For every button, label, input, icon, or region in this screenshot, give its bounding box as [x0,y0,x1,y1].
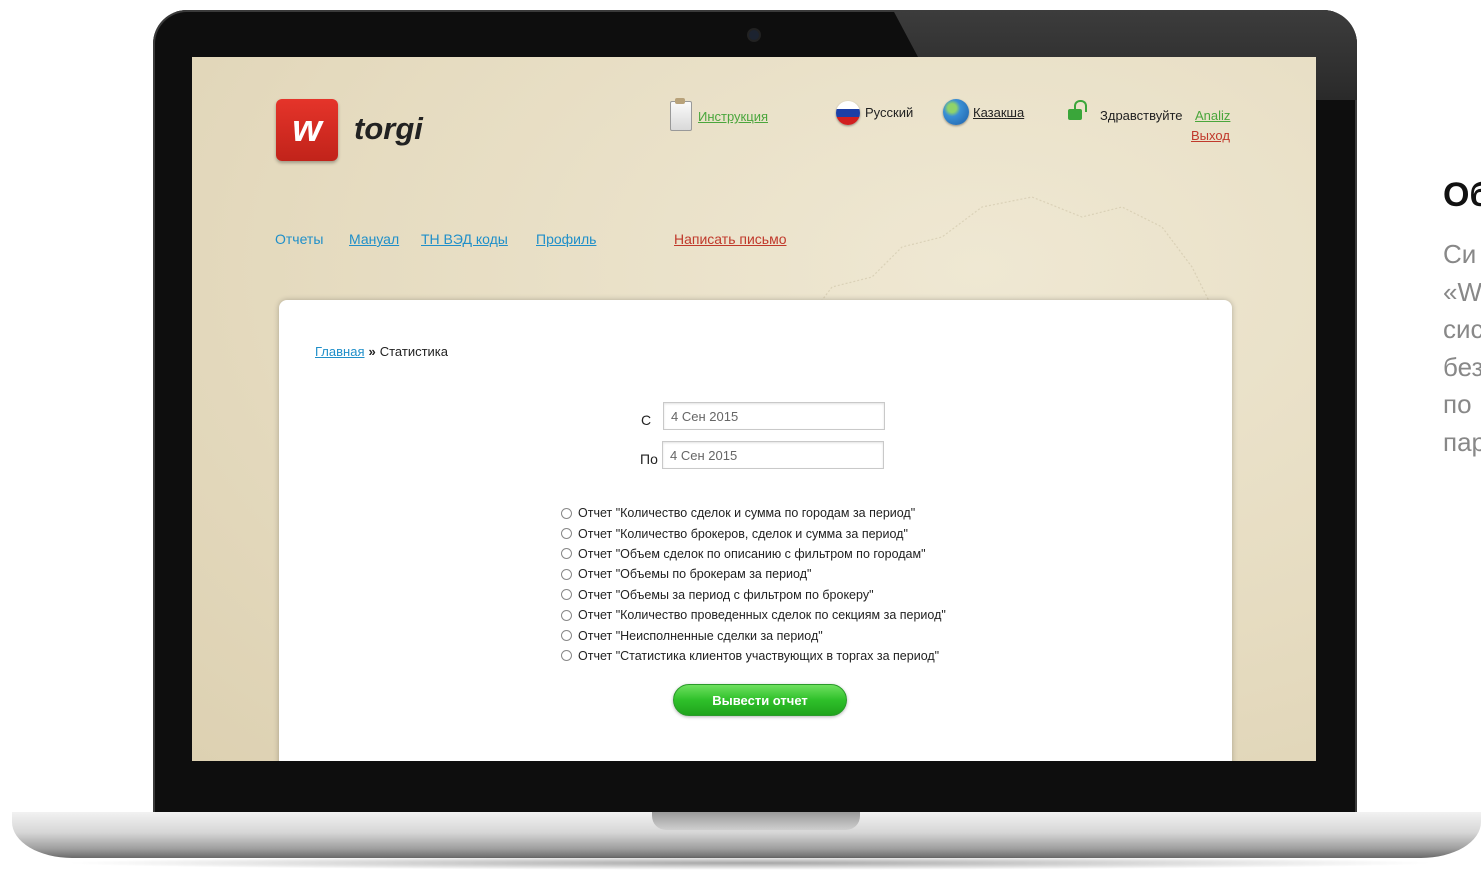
breadcrumb-home[interactable]: Главная [315,344,364,359]
from-label: С [641,412,652,428]
side-line: пар [1443,426,1481,457]
side-line: без [1443,351,1481,382]
side-heading: Об [1443,176,1481,214]
radio-button[interactable] [561,609,572,621]
radio-button[interactable] [561,589,572,601]
base-shadow [60,856,1440,870]
username-link[interactable]: Analiz [1195,108,1230,123]
radio-button[interactable] [561,548,572,560]
camera-icon [749,30,759,40]
to-date-input[interactable] [662,441,884,469]
radio-button[interactable] [561,528,572,540]
logo-mark[interactable]: w [276,99,338,161]
write-letter-link[interactable]: Написать письмо [674,231,786,247]
report-option[interactable]: Отчет "Объемы по брокерам за период" [561,564,946,584]
nav-reports[interactable]: Отчеты [275,231,323,247]
side-line: сис [1443,314,1481,345]
greeting-text: Здравствуйте [1100,108,1183,123]
from-date-input[interactable] [663,402,885,430]
report-option-label: Отчет "Количество брокеров, сделок и сум… [578,526,908,541]
breadcrumb: Главная » Статистика [315,344,448,359]
report-option-label: Отчет "Объемы за период с фильтром по бр… [578,587,874,602]
nav-manual[interactable]: Мануал [349,231,399,247]
report-option-label: Отчет "Объемы по брокерам за период" [578,567,812,582]
laptop-base [12,812,1481,858]
report-option-label: Отчет "Неисполненные сделки за период" [578,628,823,643]
nav-codes[interactable]: ТН ВЭД коды [421,231,508,247]
report-option[interactable]: Отчет "Объем сделок по описанию с фильтр… [561,544,946,564]
globe-icon [943,99,969,125]
logout-link[interactable]: Выход [1191,128,1230,143]
report-option-label: Отчет "Количество проведенных сделок по … [578,608,946,623]
side-line: «W [1443,276,1481,307]
screen: w torgi Инструкция Русский Казакша Здрав… [192,57,1316,761]
lock-icon [1068,100,1087,120]
report-options: Отчет "Количество сделок и сумма по горо… [561,503,946,666]
report-option[interactable]: Отчет "Количество проведенных сделок по … [561,605,946,625]
logo-text[interactable]: torgi [354,111,423,147]
instructions-link[interactable]: Инструкция [698,109,768,124]
report-option[interactable]: Отчет "Количество брокеров, сделок и сум… [561,523,946,543]
report-option[interactable]: Отчет "Статистика клиентов участвующих в… [561,646,946,666]
report-option[interactable]: Отчет "Неисполненные сделки за период" [561,625,946,645]
report-option[interactable]: Отчет "Количество сделок и сумма по горо… [561,503,946,523]
report-option[interactable]: Отчет "Объемы за период с фильтром по бр… [561,585,946,605]
content-panel: Главная »Статистика С По Отчет "Количеств… [279,300,1232,761]
breadcrumb-current: Статистика [379,344,448,359]
breadcrumb-separator: » [368,344,376,359]
document-icon [670,98,692,131]
side-line: по [1443,389,1472,420]
generate-report-button[interactable]: Вывести отчет [673,684,847,716]
to-label: По [640,451,658,467]
nav-profile[interactable]: Профиль [536,231,596,247]
lang-russian-link[interactable]: Русский [865,105,913,120]
lang-kazakh-link[interactable]: Казакша [973,105,1024,120]
report-option-label: Отчет "Количество сделок и сумма по горо… [578,506,916,521]
radio-button[interactable] [561,630,572,642]
radio-button[interactable] [561,507,572,519]
report-option-label: Отчет "Объем сделок по описанию с фильтр… [578,546,926,561]
radio-button[interactable] [561,568,572,580]
side-paragraph: Си «W сис без по пар [1443,236,1481,462]
russia-flag-icon [836,101,860,125]
side-line: Си [1443,239,1477,269]
report-option-label: Отчет "Статистика клиентов участвующих в… [578,648,940,663]
base-notch [652,812,860,830]
radio-button[interactable] [561,650,572,662]
